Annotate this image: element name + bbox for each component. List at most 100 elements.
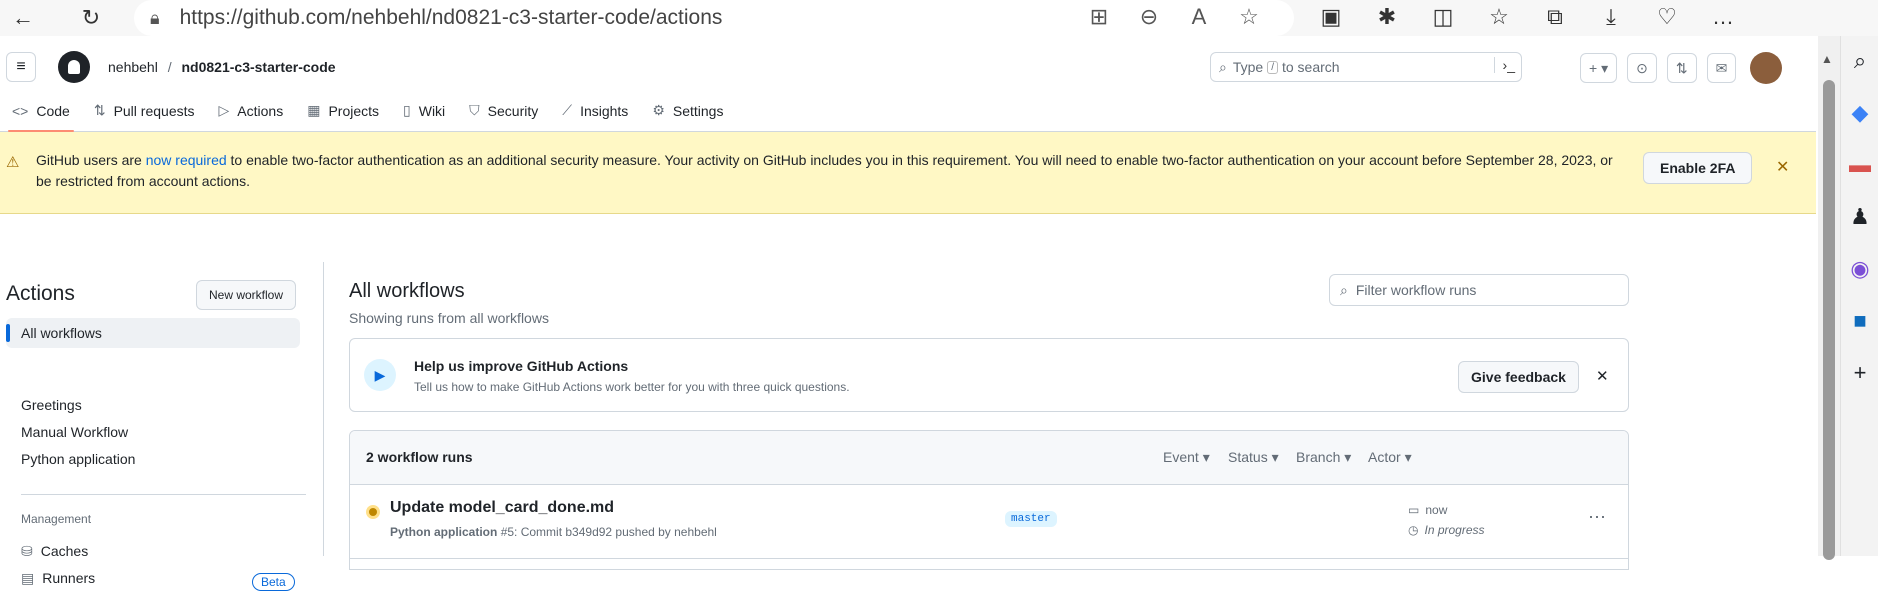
tab-pull-requests[interactable]: ⇅ Pull requests xyxy=(94,102,195,131)
tab-code[interactable]: <> Code xyxy=(8,103,74,132)
time-text: now xyxy=(1425,503,1448,517)
favorite-star-icon[interactable]: ☆ xyxy=(1234,4,1264,30)
outlook-icon[interactable]: ■ xyxy=(1841,296,1878,348)
refresh-icon[interactable]: ↻ xyxy=(76,3,106,33)
tab-label: Pull requests xyxy=(113,102,195,119)
caches-label: Caches xyxy=(40,543,89,559)
tab-settings[interactable]: ⚙ Settings xyxy=(652,102,723,131)
edge-sidebar: ⌕ ◆ ▬ ♟ ◉ ■ + xyxy=(1840,36,1878,556)
stopwatch-icon: ◷ xyxy=(1408,523,1419,537)
more-icon[interactable]: … xyxy=(1702,4,1744,30)
pull-requests-icon[interactable]: ⇅ xyxy=(1666,53,1697,83)
sidebar-item-all-workflows[interactable]: All workflows xyxy=(6,318,300,348)
performance-icon[interactable]: ♡ xyxy=(1646,4,1688,30)
scroll-thumb[interactable] xyxy=(1823,80,1835,560)
search-input[interactable]: ⌕ Type / to search ›_ xyxy=(1210,52,1522,82)
sidebar-item-manual-workflow[interactable]: Manual Workflow xyxy=(21,424,128,440)
in-progress-status-icon xyxy=(366,505,380,519)
actor-filter[interactable]: Actor ▾ xyxy=(1368,449,1412,466)
avatar[interactable] xyxy=(1750,52,1783,84)
command-palette-icon[interactable]: ›_ xyxy=(1493,57,1515,73)
sidebar-item-python-application[interactable]: Python application xyxy=(21,451,135,467)
sidebar-item-caches[interactable]: ⛁ Caches xyxy=(21,543,88,560)
run-status: ◷ In progress xyxy=(1408,523,1485,537)
download-icon[interactable]: ⤓ xyxy=(1590,4,1632,30)
feedback-title: Help us improve GitHub Actions xyxy=(414,358,629,374)
zoom-out-icon[interactable]: ⊖ xyxy=(1134,4,1164,30)
run-title[interactable]: Update model_card_done.md xyxy=(390,499,614,517)
event-filter[interactable]: Event ▾ xyxy=(1163,449,1210,466)
add-icon[interactable]: + xyxy=(1841,348,1878,400)
sidebar-item-runners[interactable]: ▤ Runners xyxy=(21,570,95,587)
enable-2fa-button[interactable]: Enable 2FA xyxy=(1643,152,1753,184)
tab-security[interactable]: ⛉ Security xyxy=(469,102,538,131)
sidebar-item-greetings[interactable]: Greetings xyxy=(21,397,82,413)
search-icon[interactable]: ⌕ xyxy=(1841,36,1878,88)
shield-icon: ⛉ xyxy=(469,102,480,118)
issues-icon[interactable]: ⊙ xyxy=(1627,53,1657,83)
banner-text-after: to enable two-factor authentication as a… xyxy=(36,152,1613,189)
tag-icon[interactable]: ◆ xyxy=(1841,88,1878,140)
two-factor-banner: ⚠ GitHub users are now required to enabl… xyxy=(0,132,1816,214)
favorites-icon[interactable]: ☆ xyxy=(1478,4,1520,30)
chess-icon[interactable]: ♟ xyxy=(1841,192,1878,244)
extension-icon[interactable]: ▣ xyxy=(1310,4,1352,30)
beta-badge: Beta xyxy=(252,573,295,591)
close-icon[interactable]: ✕ xyxy=(1596,367,1609,385)
warning-icon: ⚠ xyxy=(6,154,20,171)
search-icon: ⌕ xyxy=(1219,58,1227,75)
status-filter[interactable]: Status ▾ xyxy=(1228,449,1279,466)
play-icon: ▶ xyxy=(364,359,396,391)
kebab-menu-icon[interactable]: ⋯ xyxy=(1588,507,1606,528)
give-feedback-button[interactable]: Give feedback xyxy=(1458,361,1579,393)
collections-icon[interactable]: ⧉ xyxy=(1534,4,1576,30)
close-icon[interactable]: ✕ xyxy=(1776,157,1789,178)
create-new-button[interactable]: + ▾ xyxy=(1580,53,1618,83)
workflows-main: All workflows Showing runs from all work… xyxy=(348,262,1629,570)
tab-label: Security xyxy=(487,102,539,119)
split-screen-icon[interactable]: ◫ xyxy=(1422,4,1464,30)
table-row[interactable]: Update model_card_done.md Python applica… xyxy=(350,485,1628,559)
tab-label: Settings xyxy=(672,102,724,119)
new-workflow-button[interactable]: New workflow xyxy=(196,280,297,310)
tab-wiki[interactable]: ▯ Wiki xyxy=(403,102,445,131)
branch-badge[interactable]: master xyxy=(1005,511,1057,527)
branch-filter[interactable]: Branch ▾ xyxy=(1296,449,1351,466)
github-logo-icon[interactable] xyxy=(58,51,90,83)
search-shortcut-key: / xyxy=(1267,60,1278,74)
apps-icon[interactable]: ⊞ xyxy=(1084,4,1114,30)
runners-label: Runners xyxy=(42,570,96,586)
tab-projects[interactable]: ▦ Projects xyxy=(307,102,379,131)
gear-icon: ⚙ xyxy=(652,102,665,118)
read-aloud-icon[interactable]: A xyxy=(1184,4,1214,30)
inbox-icon[interactable]: ✉ xyxy=(1706,53,1737,83)
puzzle-icon[interactable]: ✱ xyxy=(1366,4,1408,30)
now-required-link[interactable]: now required xyxy=(146,152,227,168)
database-icon: ⛁ xyxy=(21,543,33,559)
calendar-icon: ▭ xyxy=(1408,503,1420,517)
workflow-runs-list: 2 workflow runs Event ▾ Status ▾ Branch … xyxy=(349,430,1629,570)
menu-icon[interactable]: ≡ xyxy=(6,52,36,82)
tab-insights[interactable]: ⟋ Insights xyxy=(562,102,628,131)
feedback-box: ▶ Help us improve GitHub Actions Tell us… xyxy=(349,338,1629,412)
scrollbar[interactable]: ▲ xyxy=(1818,36,1840,560)
run-time: ▭ now xyxy=(1408,503,1447,517)
scroll-up-icon[interactable]: ▲ xyxy=(1821,52,1833,66)
global-header: ≡ nehbehl / nd0821-c3-starter-code ⌕ Typ… xyxy=(0,44,1816,90)
status-text: In progress xyxy=(1424,523,1485,537)
tab-label: Code xyxy=(36,103,70,119)
owner-link[interactable]: nehbehl xyxy=(108,59,158,75)
search-prefix: Type xyxy=(1232,59,1264,75)
graph-icon: ⟋ xyxy=(562,102,573,118)
workflow-name: Python application xyxy=(390,525,498,539)
briefcase-icon[interactable]: ▬ xyxy=(1841,140,1878,192)
tab-actions[interactable]: ▷ Actions xyxy=(219,102,284,131)
address-bar[interactable]: 🔒︎ https://github.com/nehbehl/nd0821-c3-… xyxy=(134,0,1294,36)
url-text[interactable]: https://github.com/nehbehl/nd0821-c3-sta… xyxy=(180,6,723,30)
repo-link[interactable]: nd0821-c3-starter-code xyxy=(182,59,336,75)
banner-text-before: GitHub users are xyxy=(36,152,146,168)
copilot-icon[interactable]: ◉ xyxy=(1841,244,1878,296)
runs-count: 2 workflow runs xyxy=(366,449,473,465)
back-icon[interactable]: ← xyxy=(8,3,38,33)
filter-workflow-runs-input[interactable]: ⌕ Filter workflow runs xyxy=(1329,274,1629,306)
